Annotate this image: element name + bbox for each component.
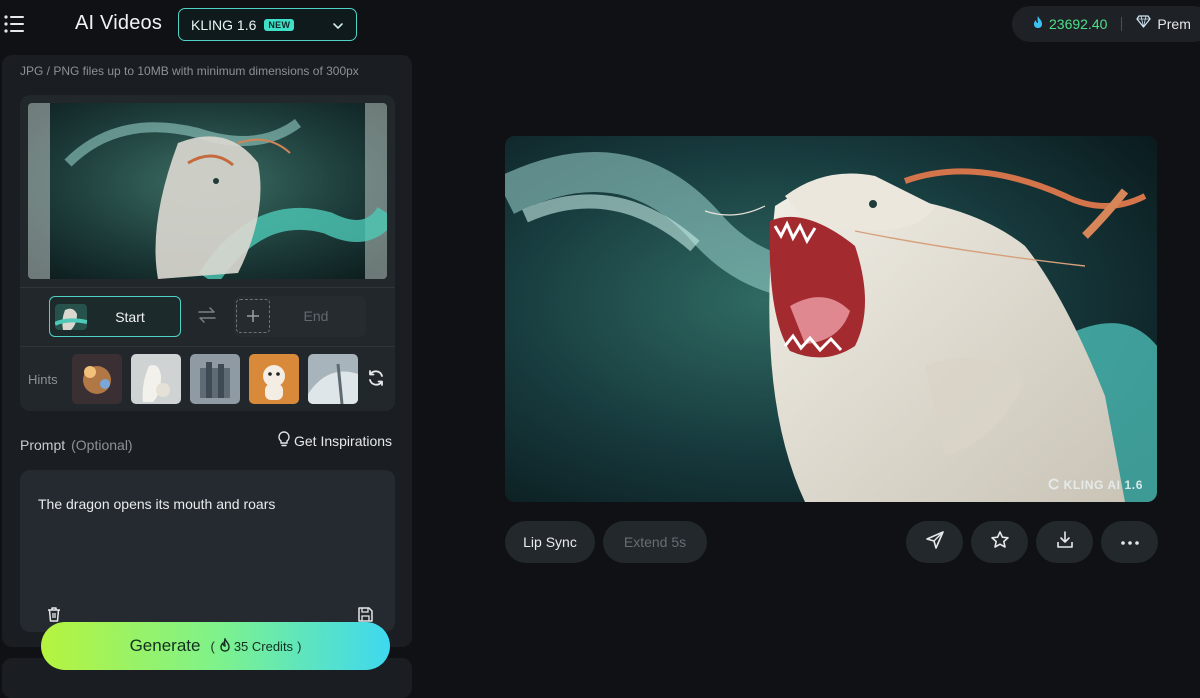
end-label: End (303, 308, 329, 324)
credits-open-paren: ( (210, 638, 215, 654)
hint-thumbnail-4[interactable] (249, 354, 299, 404)
generate-button[interactable]: Generate ( 35 Credits ) (41, 622, 390, 670)
top-bar: AI Videos KLING 1.6 NEW 23692.40 Prem (0, 0, 1200, 50)
prompt-optional-text: (Optional) (71, 437, 133, 453)
left-panel: JPG / PNG files up to 10MB with minimum … (2, 55, 412, 647)
upload-hint: JPG / PNG files up to 10MB with minimum … (20, 64, 359, 78)
hint-thumbnail-3[interactable] (190, 354, 240, 404)
lip-sync-button[interactable]: Lip Sync (505, 521, 595, 563)
hints-label: Hints (28, 372, 58, 387)
generate-credits: ( 35 Credits ) (210, 636, 302, 655)
generated-video[interactable]: KLING AI 1.6 (505, 136, 1157, 502)
divider (20, 287, 395, 288)
video-watermark: KLING AI 1.6 (1048, 478, 1143, 492)
uploaded-image-preview[interactable] (28, 103, 387, 279)
start-frame-button[interactable]: Start (49, 296, 181, 337)
page-title: AI Videos (75, 12, 163, 34)
menu-icon[interactable] (4, 14, 26, 34)
flame-icon (1032, 15, 1044, 34)
model-name: KLING 1.6 (191, 16, 257, 33)
chevron-down-icon (332, 19, 344, 37)
download-icon (1055, 530, 1075, 555)
swap-icon[interactable] (197, 307, 217, 328)
refresh-icon[interactable] (367, 369, 385, 392)
prompt-text[interactable]: The dragon opens its mouth and roars (38, 496, 275, 512)
share-button[interactable] (906, 521, 963, 563)
diamond-icon (1136, 15, 1152, 33)
credits-balance: 23692.40 (1049, 16, 1108, 32)
lightbulb-icon (277, 431, 291, 450)
generate-label: Generate (129, 636, 201, 655)
more-options-button[interactable] (1101, 521, 1158, 563)
start-label: Start (115, 309, 145, 325)
hint-thumbnail-5[interactable] (308, 354, 358, 404)
end-frame-button[interactable]: End (234, 296, 366, 337)
favorite-button[interactable] (971, 521, 1028, 563)
image-card: Start End Hints (20, 95, 395, 411)
hint-thumbnail-2[interactable] (131, 354, 181, 404)
kling-logo-icon (1048, 478, 1064, 492)
watermark-text: KLING AI 1.6 (1063, 478, 1143, 492)
credits-close-paren: ) (297, 638, 302, 654)
more-icon (1120, 533, 1140, 551)
download-button[interactable] (1036, 521, 1093, 563)
divider (20, 346, 395, 347)
prompt-input[interactable]: The dragon opens its mouth and roars (20, 470, 395, 632)
new-badge: NEW (264, 18, 295, 31)
hint-thumbnail-1[interactable] (72, 354, 122, 404)
divider (1121, 17, 1123, 31)
get-inspirations-link[interactable]: Get Inspirations (274, 431, 392, 450)
flame-icon (219, 636, 231, 655)
plan-label: Prem (1157, 16, 1191, 32)
send-icon (925, 530, 945, 555)
extend-button[interactable]: Extend 5s (603, 521, 707, 563)
get-inspirations-label: Get Inspirations (294, 432, 393, 449)
credits-cost: 35 Credits (233, 638, 294, 654)
prompt-label: Prompt (Optional) (20, 437, 133, 453)
model-selector[interactable]: KLING 1.6 NEW (178, 8, 357, 41)
prompt-label-text: Prompt (20, 437, 66, 453)
star-icon (990, 530, 1010, 555)
credits-pill[interactable]: 23692.40 Prem (1012, 6, 1200, 42)
